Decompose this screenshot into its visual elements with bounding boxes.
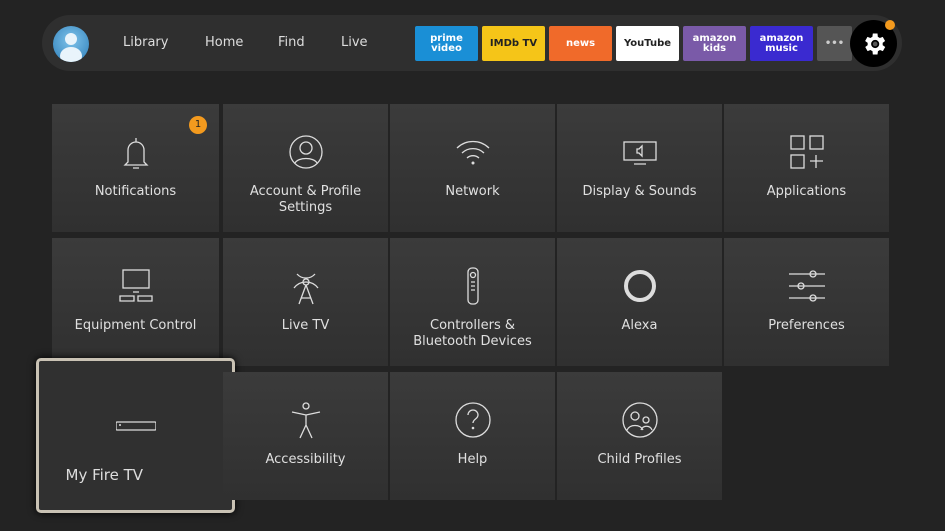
accessibility-icon bbox=[291, 402, 320, 439]
app-tile[interactable]: ••• bbox=[817, 26, 852, 61]
app-label: YouTube bbox=[623, 37, 672, 49]
tile-label: Display & Sounds bbox=[582, 184, 697, 199]
alexa-icon bbox=[623, 270, 656, 302]
tile-label: Notifications bbox=[94, 184, 177, 199]
wifi-icon bbox=[456, 140, 489, 165]
settings-tile[interactable]: Live TV bbox=[223, 238, 388, 366]
sliders-icon bbox=[788, 270, 825, 302]
help-icon bbox=[454, 402, 491, 438]
app-tile[interactable]: IMDb TV bbox=[482, 26, 545, 61]
settings-tile[interactable]: Help bbox=[390, 372, 555, 500]
gear-icon bbox=[864, 33, 885, 54]
remote-icon bbox=[466, 267, 479, 305]
nav-home[interactable]: Home bbox=[205, 35, 243, 50]
settings-tile[interactable]: Display & Sounds bbox=[557, 104, 722, 232]
tv-icon bbox=[118, 269, 153, 302]
app-tile[interactable]: amazon kids bbox=[683, 26, 746, 61]
tile-label: Preferences bbox=[768, 318, 845, 333]
tile-label: Help bbox=[457, 452, 488, 467]
antenna-icon bbox=[292, 273, 319, 305]
settings-tile[interactable]: Account & Profile Settings bbox=[223, 104, 388, 232]
nav-find[interactable]: Find bbox=[278, 35, 305, 50]
app-label: amazon music bbox=[759, 32, 804, 54]
bell-icon bbox=[122, 138, 149, 169]
app-label: prime video bbox=[430, 32, 463, 54]
nav-library[interactable]: Library bbox=[123, 35, 168, 50]
app-label: news bbox=[565, 37, 596, 49]
tile-label: Account & Profile Settings bbox=[249, 184, 362, 215]
child-profiles-icon bbox=[621, 402, 658, 438]
tile-label: Alexa bbox=[621, 318, 658, 333]
settings-tile[interactable]: Child Profiles bbox=[557, 372, 722, 500]
tile-label: Accessibility bbox=[265, 452, 346, 467]
profile-avatar[interactable] bbox=[53, 26, 89, 62]
settings-tile[interactable]: Controllers & Bluetooth Devices bbox=[390, 238, 555, 366]
tile-label: Child Profiles bbox=[597, 452, 682, 467]
tile-label: Equipment Control bbox=[74, 318, 197, 333]
tile-label: My Fire TV bbox=[65, 466, 144, 484]
settings-tile[interactable]: Preferences bbox=[724, 238, 889, 366]
app-label: ••• bbox=[824, 37, 845, 49]
tile-label: Controllers & Bluetooth Devices bbox=[413, 318, 532, 349]
app-tile[interactable]: prime video bbox=[415, 26, 478, 61]
fire-tv-device-icon bbox=[115, 421, 156, 431]
apps-icon bbox=[789, 135, 824, 169]
settings-tile[interactable]: Applications bbox=[724, 104, 889, 232]
notification-badge: 1 bbox=[189, 116, 207, 134]
display-icon bbox=[622, 141, 657, 165]
tile-label: Network bbox=[445, 184, 500, 199]
settings-tile[interactable]: Accessibility bbox=[223, 372, 388, 500]
tile-label: Live TV bbox=[281, 318, 330, 333]
settings-tile[interactable]: My Fire TV bbox=[36, 358, 235, 513]
settings-tile[interactable]: Equipment Control bbox=[52, 238, 219, 366]
user-icon bbox=[288, 135, 323, 169]
settings-notification-dot bbox=[885, 20, 895, 30]
app-tile[interactable]: news bbox=[549, 26, 612, 61]
settings-tile[interactable]: Alexa bbox=[557, 238, 722, 366]
app-label: amazon kids bbox=[692, 32, 737, 54]
app-label: IMDb TV bbox=[489, 37, 538, 49]
nav-live[interactable]: Live bbox=[341, 35, 368, 50]
settings-tile[interactable]: Network bbox=[390, 104, 555, 232]
tile-label: Applications bbox=[766, 184, 847, 199]
app-tile[interactable]: amazon music bbox=[750, 26, 813, 61]
settings-tile[interactable]: Notifications 1 bbox=[52, 104, 219, 232]
app-tile[interactable]: YouTube bbox=[616, 26, 679, 61]
